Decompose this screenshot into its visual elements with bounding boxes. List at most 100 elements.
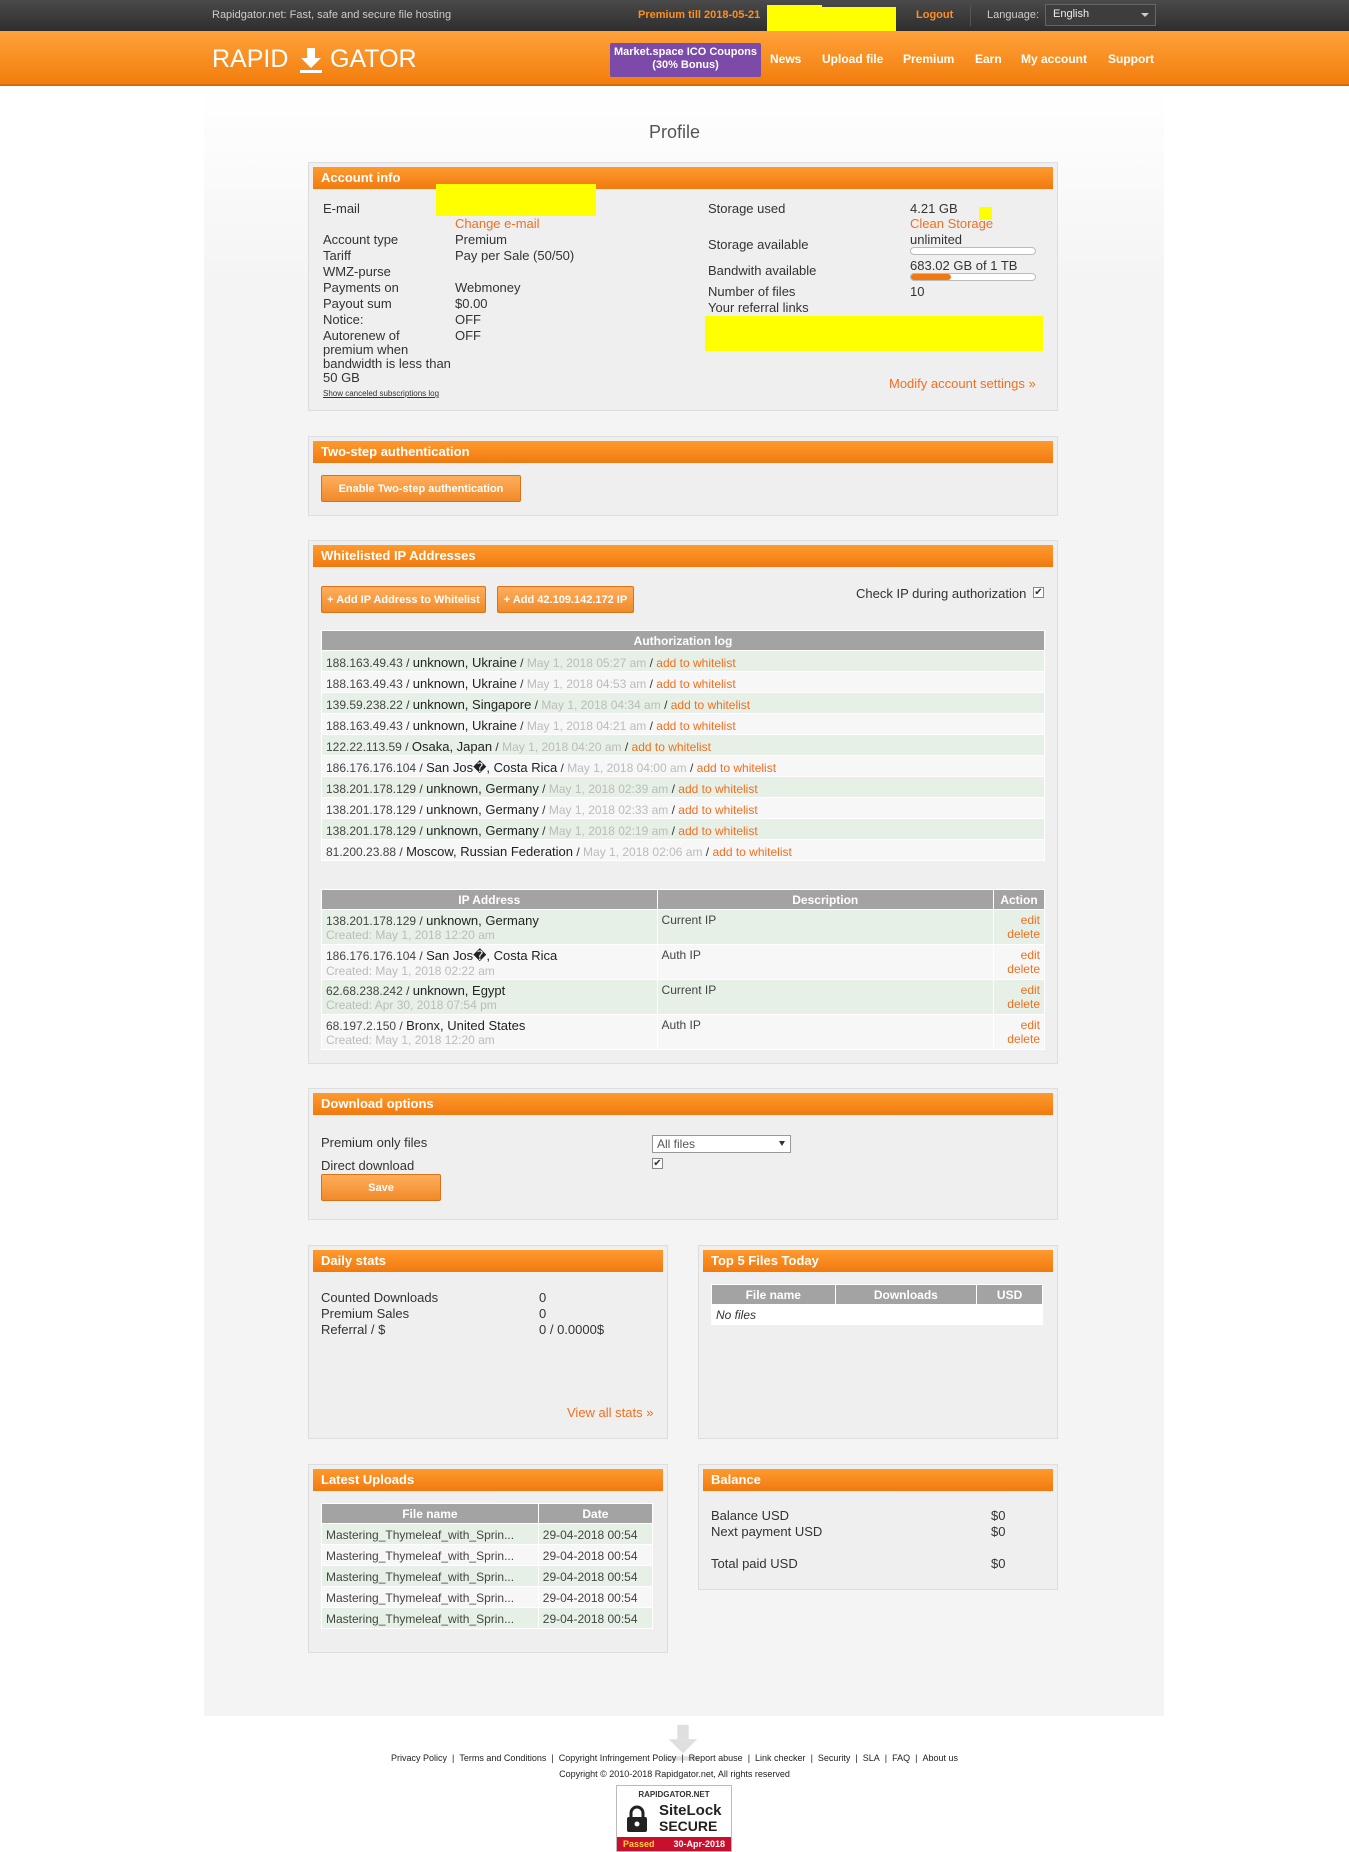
tariff-value: Pay per Sale (50/50) (455, 248, 575, 263)
enable-two-step-button[interactable]: Enable Two-step authentication (321, 475, 521, 502)
nav-premium[interactable]: Premium (903, 52, 954, 66)
coupon-line-1: Market.space ICO Coupons (613, 46, 758, 58)
delete-link[interactable]: delete (1007, 927, 1040, 941)
col-usd: USD (976, 1284, 1043, 1305)
log-ip: 188.163.49.43 (326, 719, 403, 733)
footer-separator: | (551, 1753, 554, 1763)
edit-link[interactable]: edit (1021, 913, 1040, 927)
upload-file-name[interactable]: Mastering_Thymeleaf_with_Sprin... (321, 1607, 539, 1629)
add-to-whitelist-link[interactable]: add to whitelist (656, 677, 735, 691)
premium-status-link[interactable]: Premium till 2018-05-21 (638, 9, 760, 21)
add-to-whitelist-link[interactable]: add to whitelist (697, 761, 776, 775)
total-paid-label: Total paid USD (711, 1556, 798, 1571)
log-ip: 138.201.178.129 (326, 824, 417, 838)
add-to-whitelist-link[interactable]: add to whitelist (678, 782, 757, 796)
log-date: May 1, 2018 04:20 am (502, 740, 622, 754)
account-type-value: Premium (455, 232, 508, 247)
add-to-whitelist-link[interactable]: add to whitelist (632, 740, 711, 754)
panel-header: Daily stats (313, 1250, 663, 1272)
add-to-whitelist-link[interactable]: add to whitelist (656, 656, 735, 670)
upload-file-name[interactable]: Mastering_Thymeleaf_with_Sprin... (321, 1565, 539, 1587)
panel-header: Download options (313, 1093, 1053, 1115)
ip-location: Bronx, United States (406, 1018, 526, 1033)
save-button[interactable]: Save (321, 1174, 441, 1201)
clean-storage-link[interactable]: Clean Storage (910, 216, 993, 231)
premium-only-select[interactable]: All files (652, 1135, 791, 1153)
premium-sales-label: Premium Sales (321, 1306, 410, 1321)
logout-link[interactable]: Logout (916, 9, 953, 21)
footer-link[interactable]: Privacy Policy (391, 1753, 447, 1763)
top5-table: File name Downloads USD No files (711, 1284, 1043, 1325)
coupon-banner[interactable]: Market.space ICO Coupons (30% Bonus) (610, 43, 761, 77)
canceled-log-link[interactable]: Show canceled subscriptions log (323, 389, 439, 398)
footer-link[interactable]: SLA (863, 1753, 880, 1763)
footer-link[interactable]: Link checker (755, 1753, 806, 1763)
delete-link[interactable]: delete (1007, 997, 1040, 1011)
top5-panel: Top 5 Files Today (698, 1245, 1058, 1439)
add-to-whitelist-link[interactable]: add to whitelist (671, 698, 750, 712)
log-ip: 138.201.178.129 (326, 782, 417, 796)
footer-link[interactable]: Copyright Infringement Policy (559, 1753, 677, 1763)
site-logo[interactable]: RAPID GATOR (212, 45, 417, 74)
edit-link[interactable]: edit (1021, 948, 1040, 962)
footer-link[interactable]: Report abuse (689, 1753, 743, 1763)
log-ip: 188.163.49.43 (326, 656, 403, 670)
footer-link[interactable]: Terms and Conditions (459, 1753, 546, 1763)
col-action: Action (993, 889, 1045, 910)
view-all-stats-link[interactable]: View all stats » (567, 1405, 653, 1420)
nav-earn[interactable]: Earn (975, 52, 1002, 66)
autorenew-value: OFF (455, 328, 481, 343)
ip-address: 62.68.238.242 (326, 984, 403, 998)
log-ip: 188.163.49.43 (326, 677, 403, 691)
log-row: 138.201.178.129 / unknown, Germany / May… (321, 776, 1045, 798)
direct-download-checkbox[interactable]: ✔ (652, 1158, 663, 1169)
nav-upload-file[interactable]: Upload file (822, 52, 883, 66)
add-ip-button[interactable]: + Add IP Address to Whitelist (321, 586, 486, 613)
page-title: Profile (648, 122, 701, 142)
autorenew-label-2: premium when (323, 342, 409, 357)
footer-link[interactable]: About us (922, 1753, 958, 1763)
upload-file-name[interactable]: Mastering_Thymeleaf_with_Sprin... (321, 1523, 539, 1545)
add-to-whitelist-link[interactable]: add to whitelist (712, 845, 791, 859)
storage-used-value: 4.21 GB (910, 201, 958, 216)
referral-links-label: Your referral links (708, 300, 809, 315)
log-date: May 1, 2018 02:19 am (548, 824, 669, 838)
upload-file-name[interactable]: Mastering_Thymeleaf_with_Sprin... (321, 1544, 539, 1566)
add-to-whitelist-link[interactable]: add to whitelist (678, 824, 757, 838)
panel-header: Whitelisted IP Addresses (313, 545, 1053, 567)
footer-link[interactable]: Security (818, 1753, 851, 1763)
check-ip-checkbox[interactable]: ✔ (1033, 587, 1044, 598)
modify-settings-link[interactable]: Modify account settings » (889, 376, 1036, 391)
change-email-link[interactable]: Change e-mail (455, 216, 540, 231)
bandwidth-label: Bandwith available (708, 263, 817, 278)
notice-label: Notice: (323, 312, 364, 327)
sitelock-badge[interactable]: RAPIDGATOR.NET SiteLock SECURE Passed 30… (616, 1785, 732, 1852)
add-to-whitelist-link[interactable]: add to whitelist (678, 803, 757, 817)
ip-location: unknown, Germany (426, 913, 539, 928)
log-row: 138.201.178.129 / unknown, Germany / May… (321, 818, 1045, 840)
no-files-text: No files (711, 1304, 1043, 1325)
ip-description: Auth IP (656, 944, 995, 980)
wmz-label: WMZ-purse (323, 264, 391, 279)
sitelock-brand: SiteLock (659, 1802, 722, 1819)
referral-value: 0 / 0.0000$ (539, 1322, 605, 1337)
upload-file-name[interactable]: Mastering_Thymeleaf_with_Sprin... (321, 1586, 539, 1608)
log-date: May 1, 2018 02:39 am (548, 782, 669, 796)
language-select[interactable]: English (1045, 4, 1156, 26)
sitelock-secure: SECURE (659, 1818, 718, 1834)
nav-news[interactable]: News (770, 52, 801, 66)
footer-link[interactable]: FAQ (892, 1753, 910, 1763)
counted-downloads-label: Counted Downloads (321, 1290, 439, 1305)
nav-my-account[interactable]: My account (1021, 52, 1087, 66)
delete-link[interactable]: delete (1007, 962, 1040, 976)
edit-link[interactable]: edit (1021, 983, 1040, 997)
nav-support[interactable]: Support (1108, 52, 1154, 66)
delete-link[interactable]: delete (1007, 1032, 1040, 1046)
add-current-ip-button[interactable]: + Add 42.109.142.172 IP (497, 586, 634, 613)
log-ip: 139.59.238.22 (326, 698, 403, 712)
divider (970, 5, 971, 26)
add-to-whitelist-link[interactable]: add to whitelist (656, 719, 735, 733)
logo-text-left: RAPID (212, 45, 289, 73)
edit-link[interactable]: edit (1021, 1018, 1040, 1032)
bandwidth-progress-fill (911, 274, 951, 280)
